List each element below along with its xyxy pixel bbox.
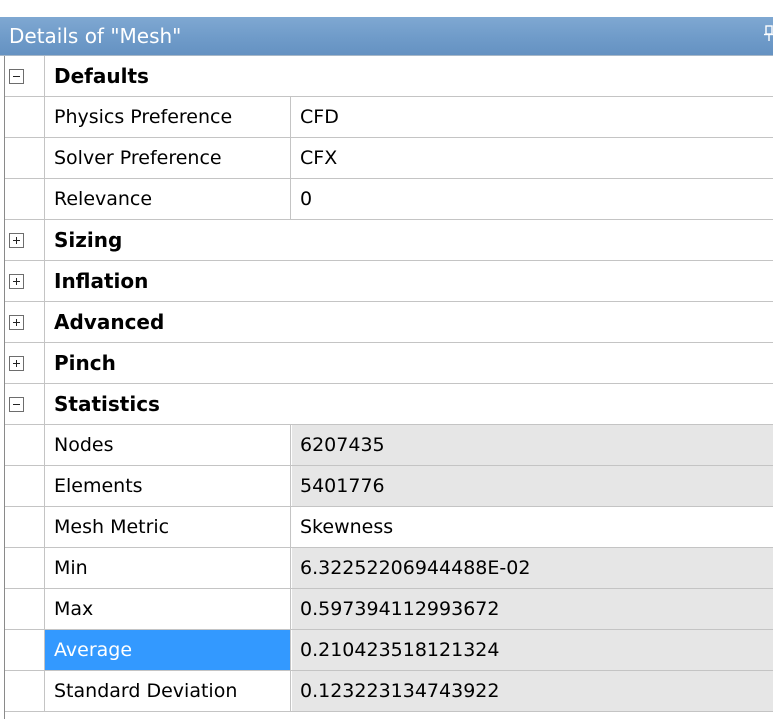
- property-value: 0.123223134743922: [292, 671, 773, 711]
- property-row-average[interactable]: Average 0.210423518121324: [5, 630, 773, 671]
- property-name[interactable]: Solver Preference: [45, 138, 291, 178]
- details-grid: Defaults Physics Preference CFD Solver P…: [4, 56, 773, 719]
- property-value: 0.210423518121324: [292, 630, 773, 670]
- group-sizing[interactable]: Sizing: [5, 220, 773, 261]
- group-defaults-label: Defaults: [54, 64, 149, 88]
- expand-icon[interactable]: [9, 315, 24, 330]
- property-name[interactable]: Relevance: [45, 179, 291, 219]
- group-statistics-label: Statistics: [54, 392, 160, 416]
- row-gutter: [5, 466, 45, 506]
- pin-icon[interactable]: [763, 24, 773, 44]
- property-row-standard-deviation[interactable]: Standard Deviation 0.123223134743922: [5, 671, 773, 712]
- group-sizing-label: Sizing: [54, 228, 123, 252]
- row-gutter: [5, 548, 45, 588]
- expand-icon[interactable]: [9, 356, 24, 371]
- details-panel: Details of "Mesh" Defaults Physics Prefe…: [0, 0, 773, 719]
- row-gutter: [5, 425, 45, 465]
- collapse-icon[interactable]: [9, 397, 24, 412]
- property-row-solver-preference[interactable]: Solver Preference CFX: [5, 138, 773, 179]
- property-name-selected[interactable]: Average: [45, 630, 291, 670]
- row-gutter: [5, 630, 45, 670]
- property-name[interactable]: Nodes: [45, 425, 291, 465]
- group-defaults[interactable]: Defaults: [5, 56, 773, 97]
- property-name[interactable]: Max: [45, 589, 291, 629]
- expand-icon[interactable]: [9, 233, 24, 248]
- property-name[interactable]: Standard Deviation: [45, 671, 291, 711]
- property-row-physics-preference[interactable]: Physics Preference CFD: [5, 97, 773, 138]
- row-gutter: [5, 589, 45, 629]
- group-pinch[interactable]: Pinch: [5, 343, 773, 384]
- row-gutter: [5, 179, 45, 219]
- property-value: 6.32252206944488E-02: [292, 548, 773, 588]
- property-value: 6207435: [292, 425, 773, 465]
- property-value: 0.597394112993672: [292, 589, 773, 629]
- property-row-elements[interactable]: Elements 5401776: [5, 466, 773, 507]
- group-inflation[interactable]: Inflation: [5, 261, 773, 302]
- row-gutter: [5, 671, 45, 711]
- row-gutter: [5, 97, 45, 137]
- property-value[interactable]: CFX: [292, 138, 773, 178]
- group-statistics[interactable]: Statistics: [5, 384, 773, 425]
- property-value[interactable]: Skewness: [292, 507, 773, 547]
- property-row-nodes[interactable]: Nodes 6207435: [5, 425, 773, 466]
- property-row-relevance[interactable]: Relevance 0: [5, 179, 773, 220]
- row-gutter: [5, 138, 45, 178]
- group-inflation-label: Inflation: [54, 269, 149, 293]
- property-value[interactable]: CFD: [292, 97, 773, 137]
- panel-titlebar[interactable]: Details of "Mesh": [0, 17, 773, 56]
- row-gutter: [5, 507, 45, 547]
- group-advanced-label: Advanced: [54, 310, 165, 334]
- expand-icon[interactable]: [9, 274, 24, 289]
- property-name[interactable]: Elements: [45, 466, 291, 506]
- group-pinch-label: Pinch: [54, 351, 116, 375]
- property-name[interactable]: Min: [45, 548, 291, 588]
- property-value[interactable]: 0: [292, 179, 773, 219]
- property-name[interactable]: Physics Preference: [45, 97, 291, 137]
- property-name[interactable]: Mesh Metric: [45, 507, 291, 547]
- property-row-mesh-metric[interactable]: Mesh Metric Skewness: [5, 507, 773, 548]
- collapse-icon[interactable]: [9, 69, 24, 84]
- panel-title: Details of "Mesh": [9, 24, 182, 48]
- property-value: 5401776: [292, 466, 773, 506]
- group-advanced[interactable]: Advanced: [5, 302, 773, 343]
- property-row-min[interactable]: Min 6.32252206944488E-02: [5, 548, 773, 589]
- property-row-max[interactable]: Max 0.597394112993672: [5, 589, 773, 630]
